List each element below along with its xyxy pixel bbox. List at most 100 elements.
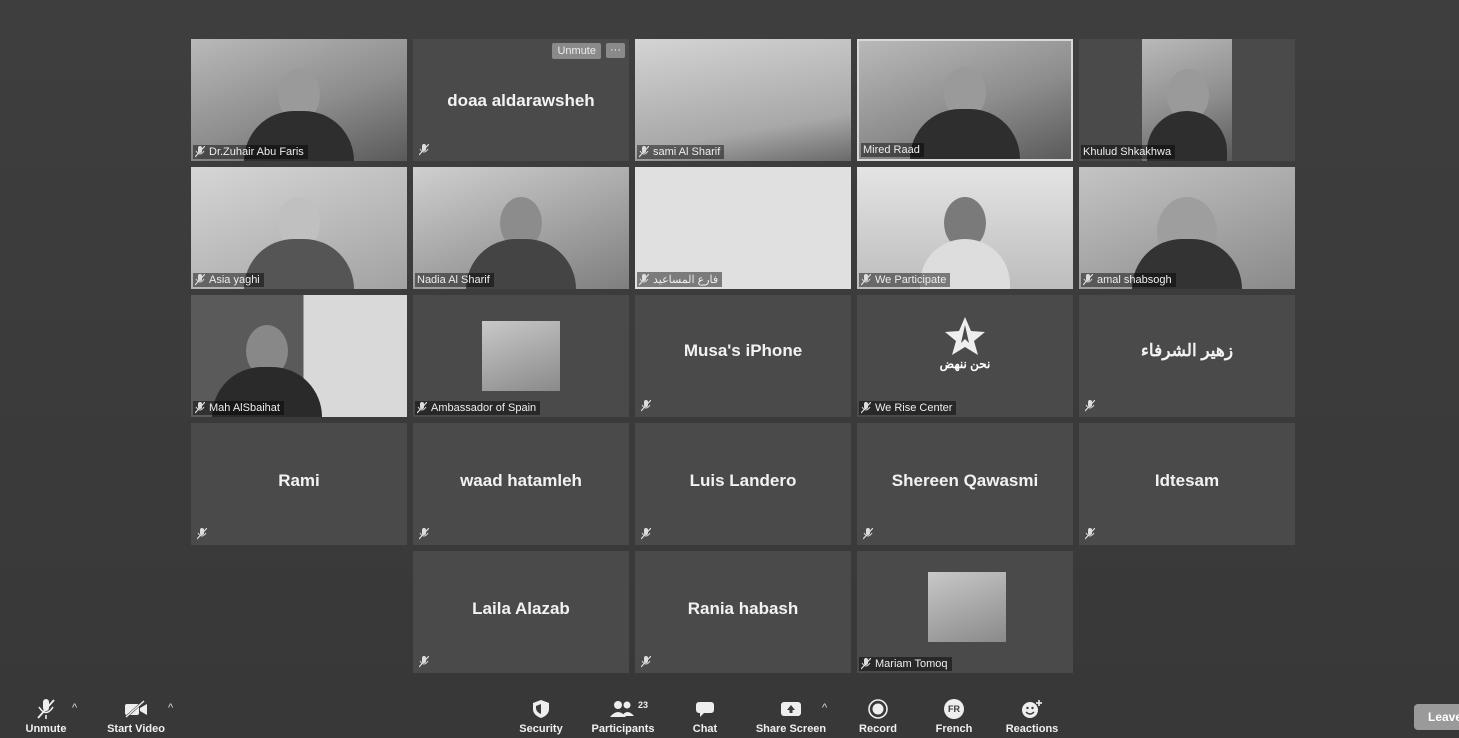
participant-tile[interactable]: نحن ننهض We Rise Center xyxy=(857,295,1073,417)
active-speaker-tile[interactable]: Mired Raad xyxy=(857,39,1073,161)
participant-tile[interactable]: waad hatamleh xyxy=(413,423,629,545)
participant-name: We Rise Center xyxy=(875,402,953,414)
participant-label: فارع المساعيد xyxy=(637,272,723,287)
participant-video xyxy=(1079,167,1295,289)
share-options-caret-icon[interactable]: ^ xyxy=(822,702,827,714)
participant-name: Dr.Zuhair Abu Faris xyxy=(209,146,304,158)
mic-muted-icon xyxy=(197,528,207,540)
mic-muted-icon xyxy=(641,656,651,668)
participant-name: sami Al Sharif xyxy=(653,146,721,158)
participant-tile[interactable]: Shereen Qawasmi xyxy=(857,423,1073,545)
language-interpretation-button[interactable]: FR French xyxy=(934,696,974,738)
participant-name: Rami xyxy=(278,471,320,490)
mic-muted-icon xyxy=(417,402,427,414)
unmute-participant-button[interactable]: Unmute xyxy=(552,43,601,59)
participant-video xyxy=(857,167,1073,289)
participant-label: amal shabsogh xyxy=(1081,273,1176,287)
meeting-gallery: Dr.Zuhair Abu Faris doaa aldarawsheh Unm… xyxy=(0,0,1459,738)
mic-muted-icon xyxy=(419,528,429,540)
participant-tile[interactable]: Musa's iPhone xyxy=(635,295,851,417)
mic-muted-icon xyxy=(863,528,873,540)
unmute-label: Unmute xyxy=(25,723,67,735)
share-screen-icon xyxy=(781,702,801,716)
mic-muted-icon xyxy=(419,656,429,668)
participant-name: Mired Raad xyxy=(863,144,920,156)
participant-avatar xyxy=(928,572,1006,642)
participant-video xyxy=(413,167,629,289)
chat-label: Chat xyxy=(692,723,718,735)
mic-muted-icon xyxy=(195,274,205,286)
participant-name: amal shabsogh xyxy=(1097,274,1172,286)
participant-label: Mah AlSbaihat xyxy=(193,401,284,415)
record-icon xyxy=(868,699,888,719)
we-rise-logo: نحن ننهض xyxy=(929,317,1001,381)
participant-video xyxy=(635,39,851,161)
participant-name: We Participate xyxy=(875,274,947,286)
participant-tile[interactable]: Asia yaghi xyxy=(191,167,407,289)
participant-tile[interactable]: فارع المساعيد xyxy=(635,167,851,289)
mic-muted-icon xyxy=(861,658,871,670)
participant-video xyxy=(635,167,851,289)
start-video-label: Start Video xyxy=(107,723,165,735)
participant-tile[interactable]: Ambassador of Spain xyxy=(413,295,629,417)
participants-icon xyxy=(610,701,634,717)
participant-video xyxy=(1142,39,1232,161)
reactions-label: Reactions xyxy=(1005,723,1059,735)
participant-name: waad hatamleh xyxy=(460,471,582,490)
participant-tile[interactable]: Nadia Al Sharif xyxy=(413,167,629,289)
reactions-button[interactable]: Reactions xyxy=(1005,696,1059,738)
participant-name: Asia yaghi xyxy=(209,274,260,286)
more-options-button[interactable]: ··· xyxy=(606,43,625,58)
language-label: French xyxy=(935,723,973,735)
security-label: Security xyxy=(519,723,563,735)
participant-tile[interactable]: Dr.Zuhair Abu Faris xyxy=(191,39,407,161)
participant-label: Khulud Shkakhwa xyxy=(1081,145,1176,159)
mic-muted-icon xyxy=(861,274,871,286)
participant-tile[interactable]: doaa aldarawsheh Unmute ··· xyxy=(413,39,629,161)
video-off-icon xyxy=(125,700,147,718)
participant-tile[interactable]: Laila Alazab xyxy=(413,551,629,673)
mic-muted-icon xyxy=(639,146,649,158)
participant-tile[interactable]: sami Al Sharif xyxy=(635,39,851,161)
participant-name: Nadia Al Sharif xyxy=(417,274,490,286)
participant-tile[interactable]: Luis Landero xyxy=(635,423,851,545)
participant-tile[interactable]: Mah AlSbaihat xyxy=(191,295,407,417)
participant-label: Mariam Tomoq xyxy=(859,657,952,671)
participant-name: Musa's iPhone xyxy=(683,341,803,360)
leave-button[interactable]: Leave xyxy=(1414,704,1459,730)
meeting-toolbar: Unmute ^ Start Video ^ Security 23 Parti… xyxy=(0,692,1459,738)
unmute-button[interactable]: Unmute xyxy=(24,696,68,738)
share-screen-button[interactable]: Share Screen xyxy=(754,696,828,738)
video-options-caret-icon[interactable]: ^ xyxy=(168,702,173,714)
security-button[interactable]: Security xyxy=(516,696,566,738)
participant-name: Mariam Tomoq xyxy=(875,658,948,670)
participant-tile[interactable]: Rania habash xyxy=(635,551,851,673)
participant-tile[interactable]: Mariam Tomoq xyxy=(857,551,1073,673)
participant-tile[interactable]: Rami xyxy=(191,423,407,545)
participant-tile[interactable]: Idtesam xyxy=(1079,423,1295,545)
participant-label: Mired Raad xyxy=(861,143,924,157)
audio-options-caret-icon[interactable]: ^ xyxy=(72,702,77,714)
participant-tile[interactable]: We Participate xyxy=(857,167,1073,289)
star-logo-icon xyxy=(945,317,985,355)
mic-muted-icon xyxy=(861,402,871,414)
participant-name: Idtesam xyxy=(1154,471,1220,490)
participant-name: زهير الشرفاء xyxy=(1140,341,1234,360)
mic-muted-icon xyxy=(195,402,205,414)
participant-tile[interactable]: amal shabsogh xyxy=(1079,167,1295,289)
mic-muted-icon xyxy=(641,400,651,412)
participants-button[interactable]: 23 Participants xyxy=(590,696,656,738)
chat-button[interactable]: Chat xyxy=(688,696,722,738)
logo-text: نحن ننهض xyxy=(939,357,991,371)
reactions-icon xyxy=(1022,700,1042,718)
participant-tile[interactable]: Khulud Shkakhwa xyxy=(1079,39,1295,161)
participant-label: sami Al Sharif xyxy=(637,145,725,159)
participant-label: Ambassador of Spain xyxy=(415,401,541,415)
participant-name: Ambassador of Spain xyxy=(431,402,537,414)
participant-video xyxy=(191,167,407,289)
participants-count: 23 xyxy=(637,700,648,710)
start-video-button[interactable]: Start Video xyxy=(104,696,168,738)
record-button[interactable]: Record xyxy=(856,696,900,738)
participant-tile[interactable]: زهير الشرفاء xyxy=(1079,295,1295,417)
participant-name: Laila Alazab xyxy=(472,599,570,618)
